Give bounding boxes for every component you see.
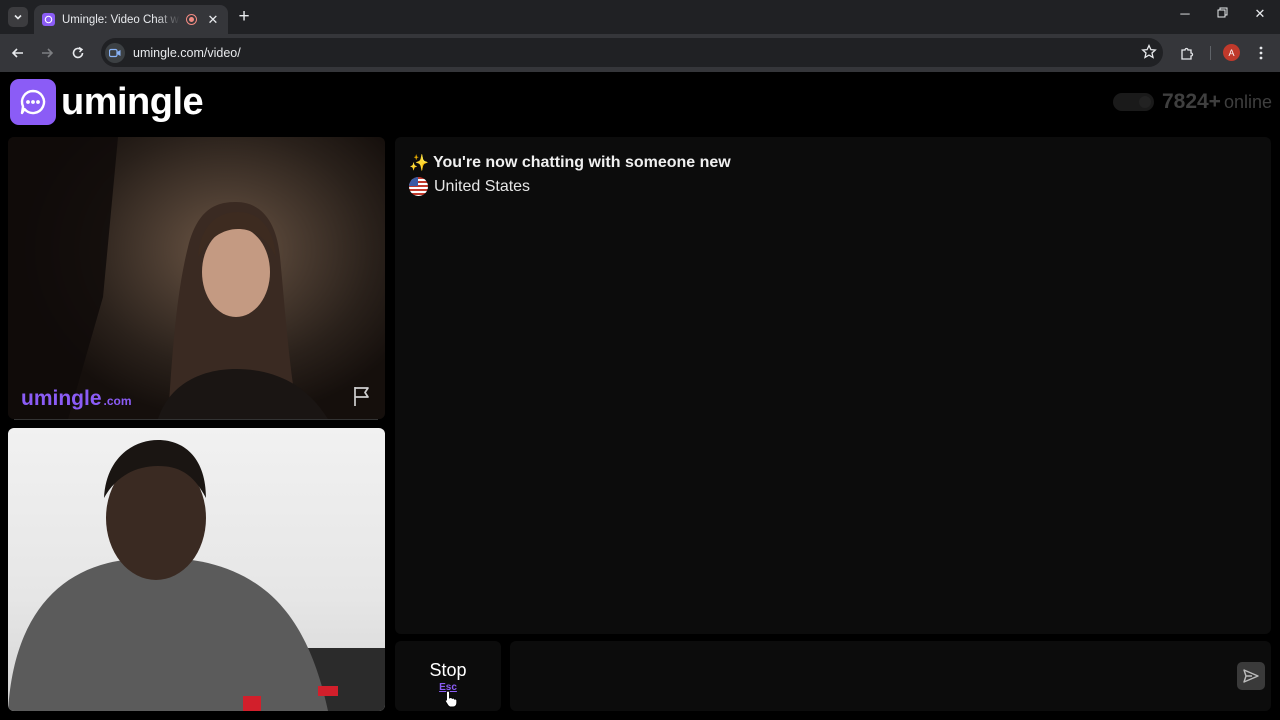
online-status-toggle[interactable] (1112, 93, 1154, 111)
window-close-icon[interactable]: ✕ (1250, 6, 1270, 22)
address-bar[interactable]: umingle.com/video/ (101, 38, 1163, 67)
self-silhouette (8, 440, 385, 711)
online-counter: 7824+ online (1112, 90, 1272, 114)
chat-bubble-logo-icon (10, 79, 56, 125)
message-input[interactable] (522, 641, 1222, 711)
stranger-video: umingle .com (8, 137, 385, 419)
sparkle-icon: ✨ (409, 155, 429, 172)
tab-search-button[interactable] (8, 7, 28, 27)
chevron-down-icon (14, 14, 22, 20)
profile-avatar[interactable]: A (1223, 44, 1240, 61)
stranger-country: United States (409, 177, 530, 196)
forward-icon[interactable] (37, 43, 57, 63)
online-label: online (1223, 92, 1272, 112)
umingle-watermark: umingle .com (21, 387, 132, 411)
us-flag-icon (409, 177, 428, 196)
recording-indicator-icon (186, 14, 197, 25)
umingle-favicon-icon (42, 13, 55, 26)
minimize-icon[interactable]: ─ (1175, 6, 1195, 21)
send-button[interactable] (1237, 662, 1265, 690)
bookmark-star-icon[interactable] (1141, 43, 1157, 65)
umingle-logo[interactable]: umingle (10, 79, 204, 125)
tab-close-icon[interactable]: ✕ (206, 12, 220, 28)
online-count: 7824+ (1161, 90, 1221, 113)
toolbar-separator (1210, 46, 1211, 60)
extensions-icon[interactable] (1177, 43, 1197, 63)
reload-icon[interactable] (68, 43, 88, 63)
chat-panel: ✨ You're now chatting with someone new U… (395, 137, 1271, 634)
browser-tab-bar: Umingle: Video Chat with Strangers ✕ + ─… (0, 0, 1280, 34)
tab-title: Umingle: Video Chat with Strangers (62, 13, 180, 26)
country-name: United States (434, 177, 531, 195)
site-camera-icon[interactable] (105, 42, 125, 63)
report-flag-icon[interactable] (351, 385, 373, 407)
send-icon (1243, 669, 1259, 683)
new-chat-message: You're now chatting with someone new (433, 154, 731, 171)
browser-menu-icon[interactable] (1251, 43, 1271, 63)
stop-label: Stop (429, 659, 467, 680)
browser-toolbar: umingle.com/video/ A (0, 34, 1280, 72)
watermark-domain: .com (103, 394, 132, 408)
url-text: umingle.com/video/ (133, 45, 241, 60)
umingle-page: umingle 7824+ online umingle .com ✨ You'… (0, 72, 1280, 720)
stranger-silhouette (8, 137, 328, 419)
self-video (8, 428, 385, 711)
logo-wordmark: umingle (61, 80, 204, 123)
restore-icon[interactable] (1212, 6, 1232, 21)
watermark-text: umingle (21, 387, 102, 410)
video-divider (14, 419, 378, 420)
system-message: ✨ You're now chatting with someone new (409, 153, 731, 173)
browser-tab-active[interactable]: Umingle: Video Chat with Strangers ✕ (34, 5, 228, 34)
back-icon[interactable] (8, 43, 28, 63)
mouse-pointer-icon (444, 690, 458, 708)
new-tab-button[interactable]: + (235, 6, 253, 28)
message-input-box (510, 641, 1271, 711)
